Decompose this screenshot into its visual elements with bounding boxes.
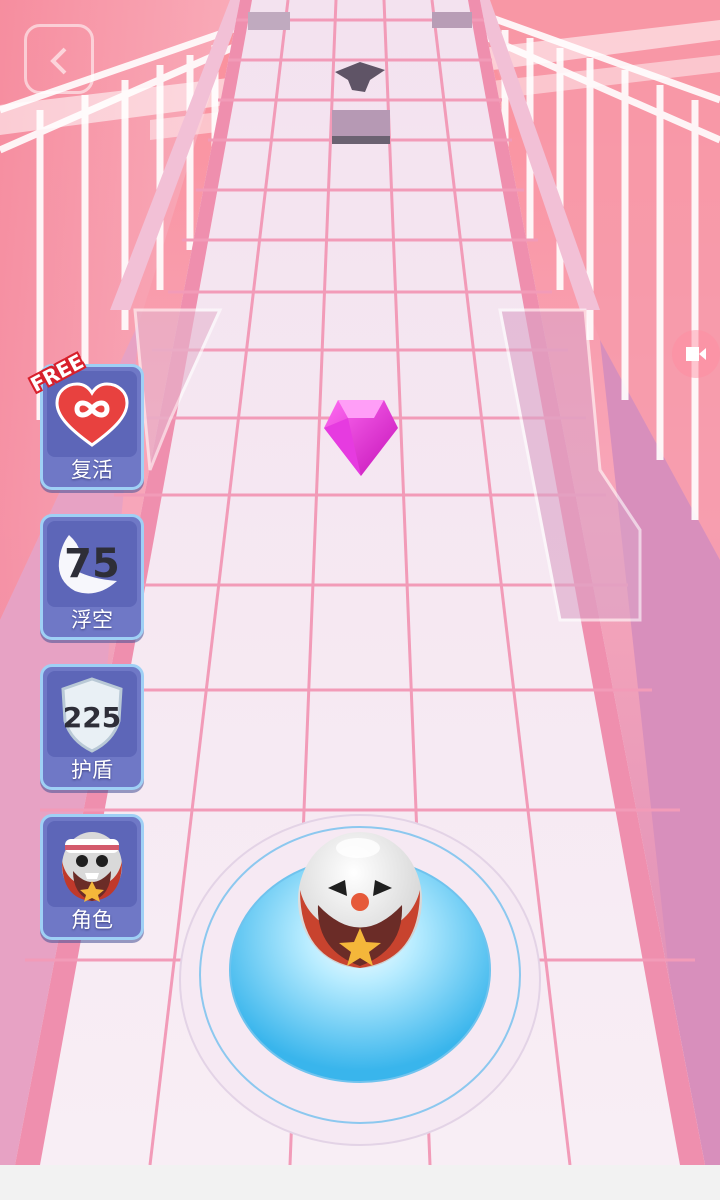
back-button[interactable] [24,24,94,94]
character-label: 角色 [71,908,113,932]
bottom-bar [0,1165,720,1200]
float-count: 75 [64,541,120,587]
float-label: 浮空 [71,608,113,632]
float-powerup-button[interactable]: 75 浮空 [40,514,144,640]
back-arrow-icon [50,47,67,75]
shield-count: 225 [62,701,122,734]
character-select-button[interactable]: 角色 [40,814,144,940]
record-video-button[interactable] [672,330,720,378]
video-camera-icon [686,347,706,361]
character-icon [62,832,122,902]
revive-label: 复活 [71,458,113,482]
shield-powerup-button[interactable]: 225 护盾 [40,664,144,790]
player-character [298,832,422,968]
shield-label: 护盾 [71,758,113,782]
